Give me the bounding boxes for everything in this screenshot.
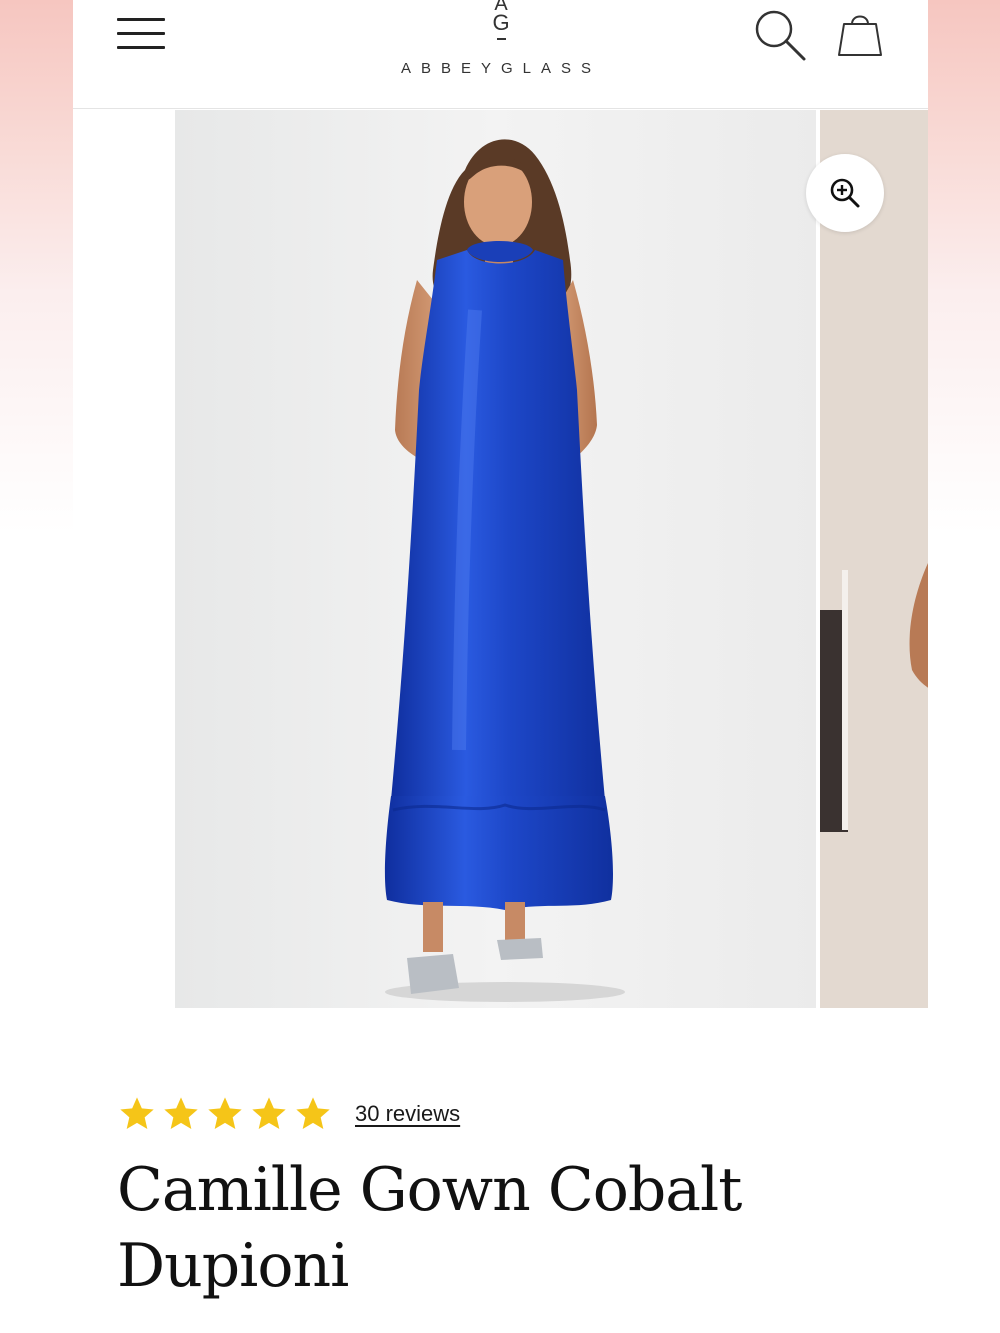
- monogram-divider: [496, 38, 506, 40]
- product-image-main[interactable]: [175, 110, 816, 1008]
- zoom-in-icon[interactable]: [806, 154, 884, 232]
- reviews-link[interactable]: 30 reviews: [355, 1101, 460, 1127]
- star-rating: [117, 1094, 333, 1134]
- product-title: Camille Gown Cobalt Dupioni: [117, 1155, 742, 1301]
- brand-monogram[interactable]: A G: [477, 0, 525, 40]
- monogram-letter-g: G: [492, 10, 510, 35]
- shopping-bag-icon[interactable]: [835, 8, 885, 62]
- product-rating: 30 reviews: [117, 1094, 460, 1134]
- star-icon: [120, 1097, 154, 1129]
- search-icon[interactable]: [753, 8, 809, 64]
- star-icon: [252, 1097, 286, 1129]
- brand-logo-text[interactable]: ABBEYGLASS: [373, 60, 629, 77]
- product-page: A G ABBEYGLASS 30 reviews Camille Gown C…: [73, 0, 928, 1333]
- star-icon: [296, 1097, 330, 1129]
- product-image-next[interactable]: [820, 110, 928, 1008]
- star-icon: [208, 1097, 242, 1129]
- product-image-gallery[interactable]: [73, 110, 928, 1008]
- site-header: A G ABBEYGLASS: [73, 0, 928, 109]
- star-icon: [164, 1097, 198, 1129]
- menu-icon[interactable]: [117, 16, 165, 52]
